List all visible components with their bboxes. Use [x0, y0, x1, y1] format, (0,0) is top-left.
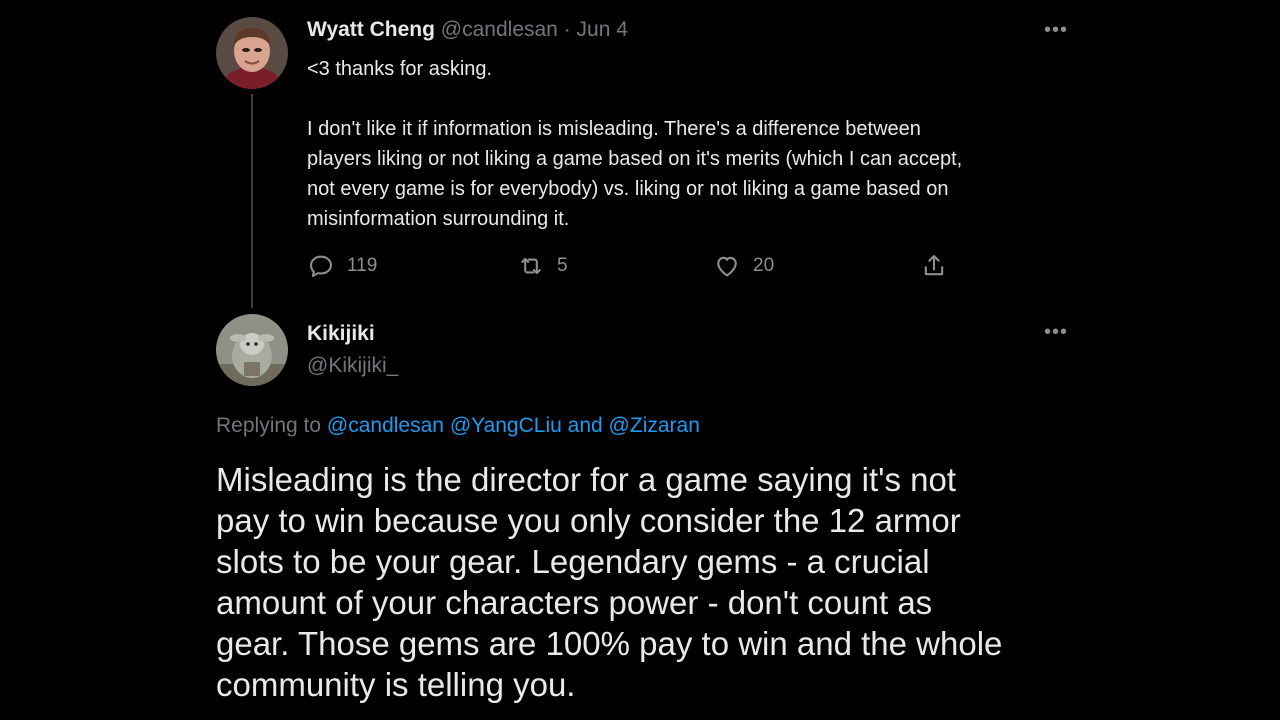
avatar[interactable] — [216, 17, 288, 89]
tweet-line: players liking or not liking a game base… — [307, 148, 963, 170]
reply-icon — [307, 252, 335, 280]
tweet-line: Misleading is the director for a game sa… — [216, 461, 956, 498]
avatar[interactable] — [216, 314, 288, 386]
tweet-line: community is telling you. — [216, 666, 576, 703]
author-handle[interactable]: @candlesan — [441, 18, 558, 41]
reply-button[interactable]: 119 — [307, 252, 377, 280]
tweet-line: misinformation surrounding it. — [307, 208, 570, 230]
retweet-icon — [517, 252, 545, 280]
tweet-header: Wyatt Cheng @candlesan · Jun 4 — [307, 18, 628, 42]
tweet-date[interactable]: Jun 4 — [577, 18, 628, 41]
tweet-line: not every game is for everybody) vs. lik… — [307, 178, 949, 200]
reply-count: 119 — [347, 255, 378, 276]
tweet-line: pay to win because you only consider the… — [216, 502, 961, 539]
separator-dot: · — [563, 18, 571, 41]
share-icon — [920, 252, 948, 280]
more-options-icon[interactable]: ••• — [1044, 322, 1068, 342]
mention-link[interactable]: @YangCLiu — [450, 414, 562, 437]
author-handle[interactable]: @Kikijiki_ — [307, 354, 398, 378]
author-name[interactable]: Wyatt Cheng — [307, 18, 435, 41]
author-name[interactable]: Kikijiki — [307, 322, 375, 346]
like-count: 20 — [753, 255, 775, 276]
tweet-line: amount of your characters power - don't … — [216, 584, 933, 621]
tweet-paragraph: <3 thanks for asking. — [307, 58, 493, 80]
replying-to: Replying to @candlesan @YangCLiu and @Zi… — [216, 414, 700, 438]
mention-and: and — [567, 414, 603, 437]
tweet-line: slots to be your gear. Legendary gems - … — [216, 543, 930, 580]
mention-link[interactable]: @candlesan — [327, 414, 444, 437]
retweet-count: 5 — [557, 255, 568, 276]
like-button[interactable]: 20 — [713, 252, 774, 280]
tweet-text: Misleading is the director for a game sa… — [216, 459, 1076, 705]
share-button[interactable] — [920, 252, 948, 280]
more-options-icon[interactable]: ••• — [1044, 20, 1068, 40]
replying-prefix: Replying to — [216, 414, 322, 437]
mention-link[interactable]: @Zizaran — [609, 414, 700, 437]
heart-icon — [713, 252, 741, 280]
tweet-text: <3 thanks for asking. I don't like it if… — [307, 54, 1087, 234]
retweet-button[interactable]: 5 — [517, 252, 568, 280]
tweet-line: gear. Those gems are 100% pay to win and… — [216, 625, 1003, 662]
tweet-actions: 119 5 20 — [0, 252, 1280, 282]
tweet-line: I don't like it if information is mislea… — [307, 118, 921, 140]
